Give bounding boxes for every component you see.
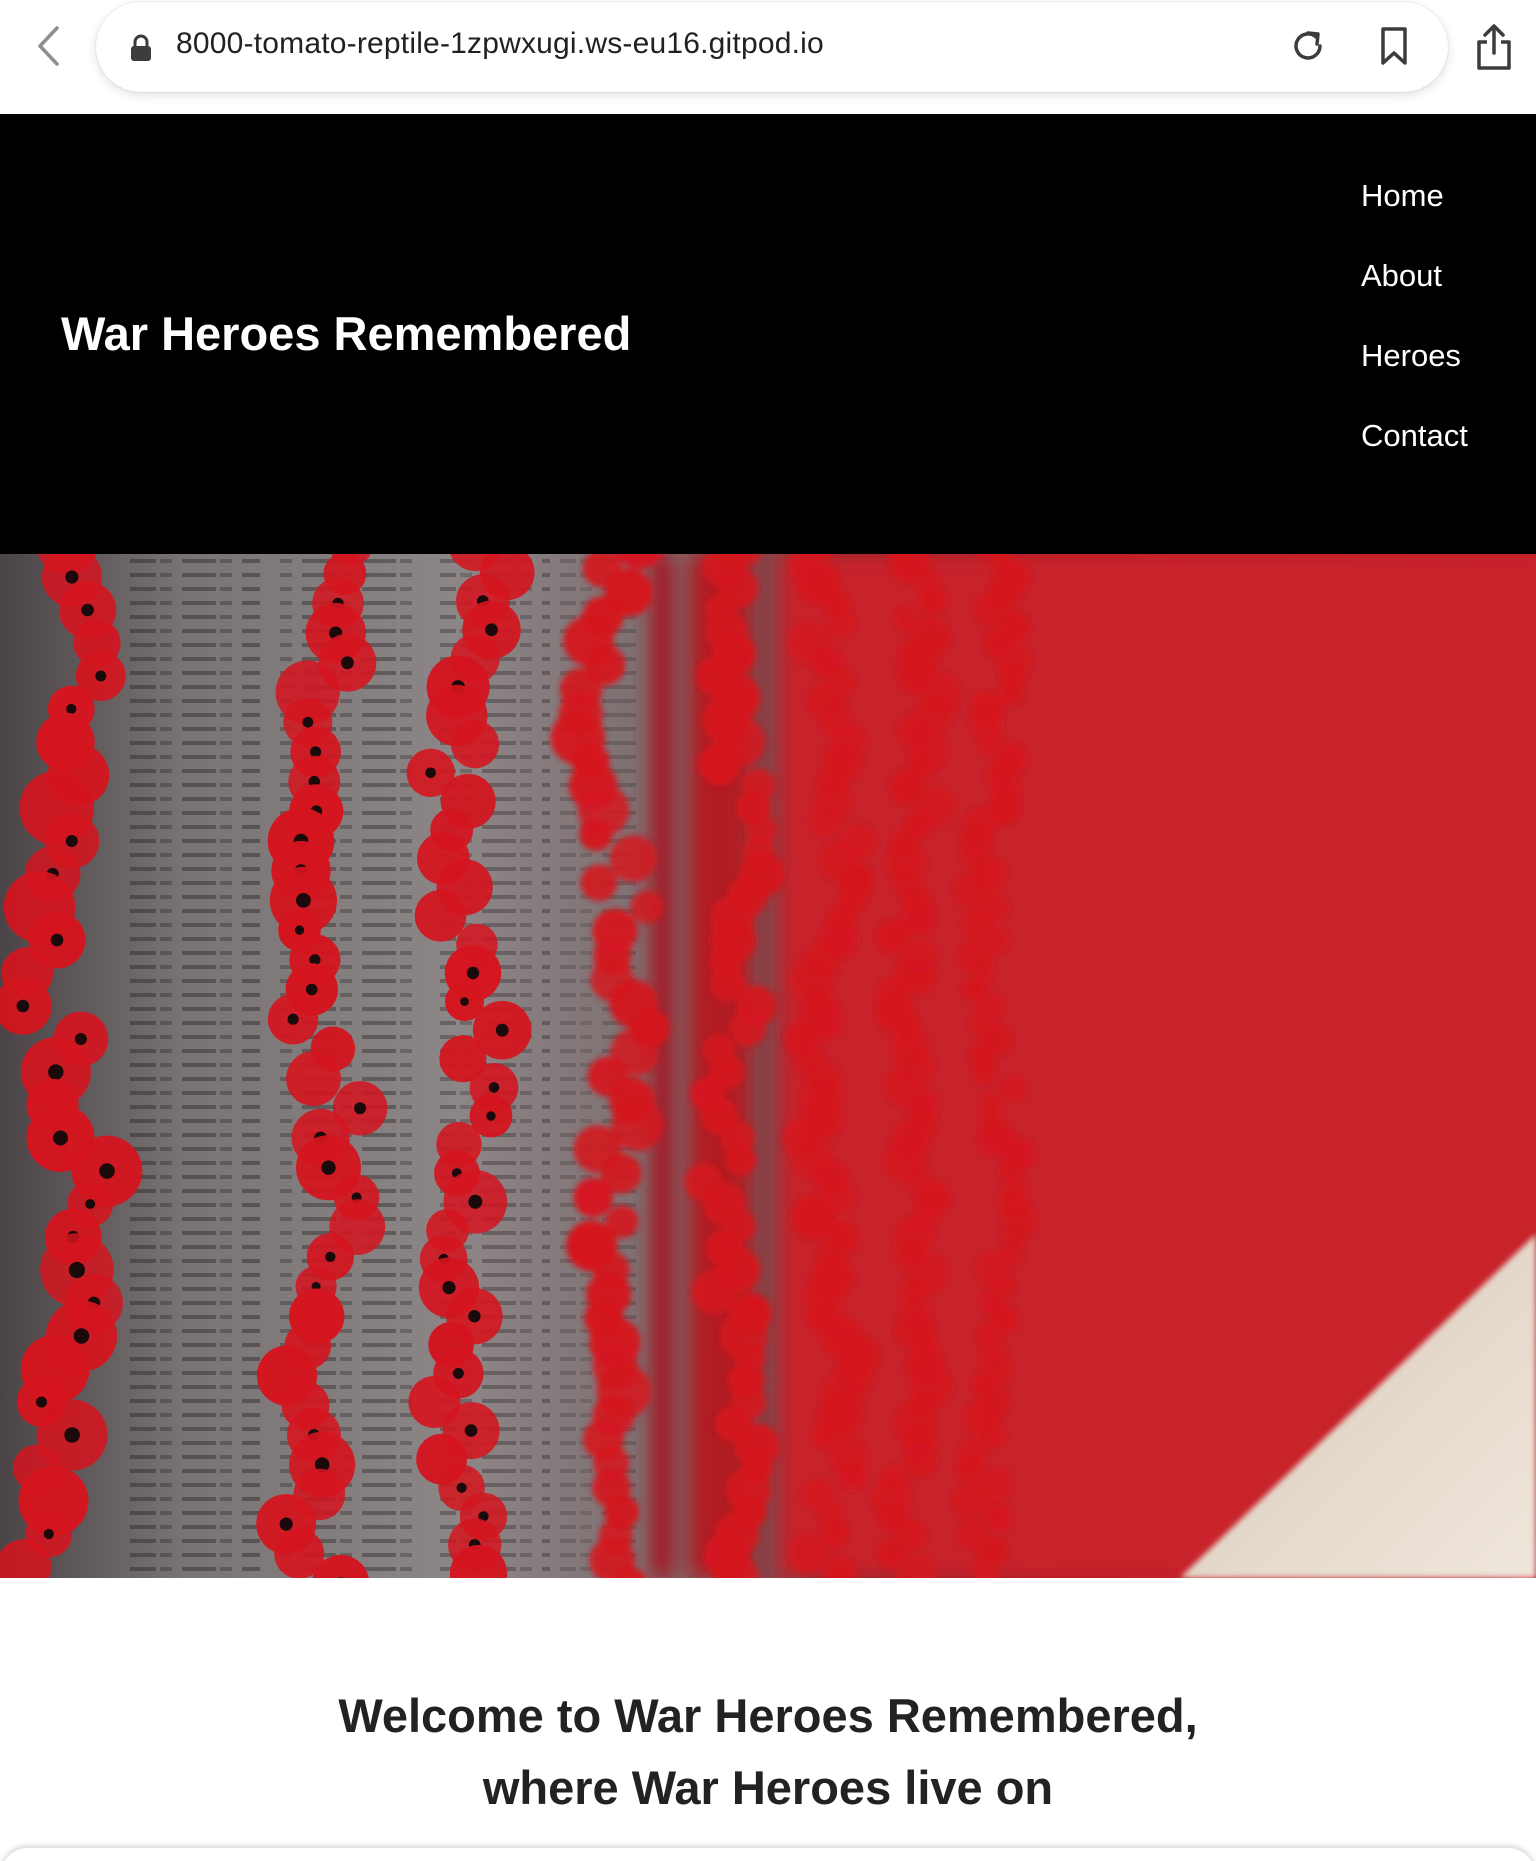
nav-home-link[interactable]: Home	[1361, 176, 1531, 256]
back-chevron-icon	[38, 26, 59, 66]
bookmark-button[interactable]	[1372, 24, 1416, 68]
site-title[interactable]: War Heroes Remembered	[61, 306, 631, 361]
share-icon	[1477, 24, 1511, 70]
address-bar[interactable]: 8000-tomato-reptile-1zpwxugi.ws-eu16.git…	[96, 2, 1448, 92]
browser-toolbar: 8000-tomato-reptile-1zpwxugi.ws-eu16.git…	[0, 0, 1536, 114]
nav-contact-link[interactable]: Contact	[1361, 416, 1531, 496]
reload-button[interactable]	[1286, 24, 1330, 68]
main-nav: Home About Heroes Contact	[1361, 176, 1531, 496]
lock-icon	[131, 34, 151, 61]
reload-icon	[1294, 31, 1322, 60]
url-text: 8000-tomato-reptile-1zpwxugi.ws-eu16.git…	[176, 27, 824, 60]
welcome-line-2: where War Heroes live on	[482, 1761, 1054, 1814]
back-button[interactable]	[24, 22, 72, 70]
welcome-line-1: Welcome to War Heroes Remembered,	[338, 1689, 1198, 1742]
bottom-sheet-edge	[0, 1848, 1536, 1861]
nav-about-link[interactable]: About	[1361, 256, 1531, 336]
site-header: War Heroes Remembered Home About Heroes …	[0, 114, 1536, 554]
share-button[interactable]	[1470, 22, 1518, 72]
nav-heroes-link[interactable]: Heroes	[1361, 336, 1531, 416]
hero-image	[0, 554, 1536, 1578]
poppies-on-memorial-wall-image	[0, 554, 1536, 1578]
bookmark-icon	[1381, 27, 1407, 65]
welcome-heading: Welcome to War Heroes Remembered, where …	[0, 1680, 1536, 1824]
